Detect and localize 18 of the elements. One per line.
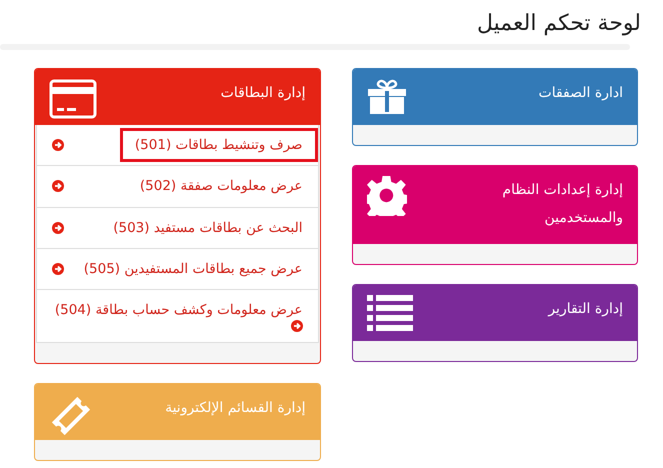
- credit-card-icon: [49, 79, 97, 119]
- panel-title[interactable]: ادارة الصفقات: [538, 79, 623, 107]
- menu-item[interactable]: صرف وتنشيط بطاقات (501): [37, 125, 318, 166]
- menu-item[interactable]: عرض معلومات وكشف حساب بطاقة (504): [37, 289, 318, 342]
- gear-icon: [366, 176, 406, 216]
- gift-icon: [366, 79, 406, 114]
- arrow-right-icon: [290, 320, 302, 332]
- menu-item[interactable]: عرض معلومات صفقة (502): [37, 165, 318, 206]
- panel-title[interactable]: إدارة التقارير: [548, 295, 623, 323]
- page-title: لوحة تحكم العميل: [476, 10, 642, 38]
- arrow-right-icon: [52, 139, 64, 152]
- arrow-right-icon: [52, 262, 64, 275]
- list-icon: [366, 295, 412, 332]
- arrow-right-icon: [52, 180, 64, 192]
- panel-title[interactable]: إدارة البطاقات: [220, 79, 306, 107]
- arrow-right-icon: [52, 222, 64, 234]
- menu-item[interactable]: عرض جميع بطاقات المستفيدين (505): [37, 248, 318, 289]
- menu-item[interactable]: البحث عن بطاقات مستفيد (503): [37, 206, 318, 248]
